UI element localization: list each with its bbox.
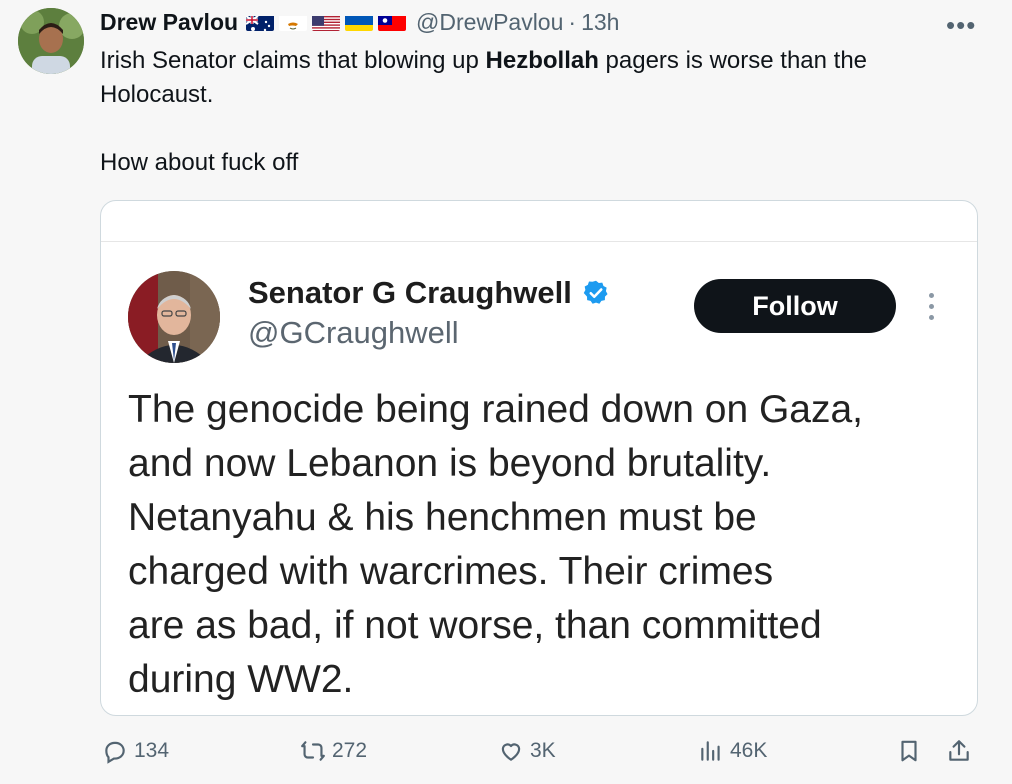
reply-count: 134 [134,739,170,762]
heart-icon [501,743,521,761]
tweet-text-part: Irish Senator claims that blowing up [100,47,486,74]
views-chart-icon [701,741,720,761]
separator-dot: · [568,8,577,35]
australia-flag-icon [246,13,275,31]
view-count: 46K [730,739,768,762]
quote-line: The genocide being rained down on Gaza, [128,388,864,431]
author-avatar[interactable] [18,8,84,74]
quoted-tweet-text: The genocide being rained down on Gaza, … [128,383,948,707]
action-bar: 134 272 3K 46K [100,738,980,772]
reply-icon [105,741,125,764]
embedded-image-card[interactable]: Senator G Craughwell @GCraughwell Follow… [100,200,978,716]
tweet-text: Irish Senator claims that blowing up Hez… [100,44,980,180]
repost-icon [301,741,325,761]
views-button[interactable]: 46K [698,738,767,764]
bookmark-button[interactable] [896,738,922,764]
tweet-time[interactable]: 13h [581,9,619,36]
quoted-avatar [128,271,220,363]
like-count: 3K [530,739,556,762]
author-handle[interactable]: @DrewPavlou [416,9,563,36]
repost-count: 272 [332,739,368,762]
tweet-text-line1: Irish Senator claims that blowing up Hez… [100,44,980,112]
quoted-author-name: Senator G Craughwell [248,275,610,311]
taiwan-flag-icon [378,13,407,31]
quoted-author-name-text: Senator G Craughwell [248,275,572,310]
quoted-author-handle: @GCraughwell [248,315,459,350]
cyprus-flag-icon [279,13,308,31]
hashtag-entity: Hezbollah [485,47,599,74]
repost-button[interactable]: 272 [300,738,367,764]
tweet-header: Drew Pavlou @DrewPavlou · 13h [100,8,619,36]
flag-emojis [246,13,407,31]
quote-line: charged with warcrimes. Their crimes [128,550,774,593]
usa-flag-icon [312,13,341,31]
more-options-icon[interactable]: ••• [946,10,976,41]
reply-button[interactable]: 134 [102,738,169,764]
tweet-text-line2: How about fuck off [100,149,299,176]
like-button[interactable]: 3K [498,738,556,764]
share-button[interactable] [946,738,972,764]
author-name[interactable]: Drew Pavlou [100,9,238,36]
quote-line: are as bad, if not worse, than committed [128,604,822,647]
ukraine-flag-icon [345,13,374,31]
quote-line: Netanyahu & his henchmen must be [128,496,757,539]
quote-line: during WW2. [128,658,354,701]
bookmark-icon [901,740,917,762]
verified-badge-icon [583,280,608,304]
share-icon [949,740,969,761]
follow-button: Follow [694,279,896,333]
card-divider [101,241,977,242]
quote-line: and now Lebanon is beyond brutality. [128,442,772,485]
author-avatar-image [18,8,84,74]
card-more-icon [927,293,935,323]
